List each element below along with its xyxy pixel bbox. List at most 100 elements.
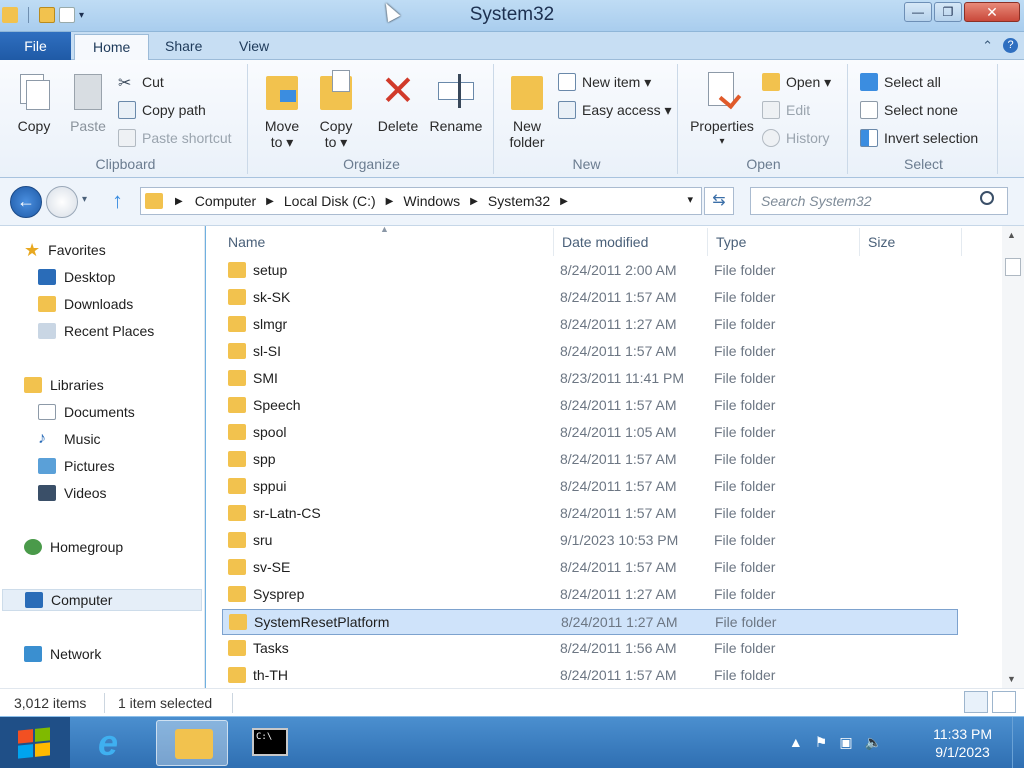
column-header-type[interactable]: Type: [708, 228, 860, 256]
invert-selection-icon: [860, 129, 878, 147]
windows-logo-icon: [18, 727, 50, 759]
folder-icon: [228, 478, 246, 494]
window-title: System32: [469, 4, 555, 25]
file-row[interactable]: slmgr 8/24/2011 1:27 AM File folder: [222, 312, 958, 338]
help-icon[interactable]: ?: [1003, 38, 1018, 53]
crumb-computer[interactable]: Computer ▶: [195, 193, 274, 209]
file-row[interactable]: sr-Latn-CS 8/24/2011 1:57 AM File folder: [222, 501, 958, 527]
copy-to-button[interactable]: Copy to ▾: [314, 68, 358, 150]
search-icon[interactable]: [980, 191, 994, 205]
show-hidden-icons-icon[interactable]: ▲: [789, 734, 803, 751]
cut-button[interactable]: ✂ Cut: [118, 70, 164, 94]
nav-pictures[interactable]: Pictures: [38, 455, 115, 477]
paste-shortcut-button[interactable]: Paste shortcut: [118, 126, 232, 150]
select-all-button[interactable]: Select all: [860, 70, 941, 94]
properties-icon: [702, 68, 742, 114]
nav-documents[interactable]: Documents: [38, 401, 135, 423]
large-icons-view-icon[interactable]: [992, 691, 1016, 713]
crumb-windows[interactable]: Windows ▶: [403, 193, 478, 209]
file-date: 8/24/2011 1:57 AM: [560, 343, 677, 359]
show-desktop-button[interactable]: [1012, 717, 1024, 768]
tab-share[interactable]: Share: [147, 34, 220, 60]
new-folder-icon: [507, 68, 547, 114]
properties-dropdown-icon[interactable]: ▾: [686, 134, 758, 150]
file-row[interactable]: sl-SI 8/24/2011 1:57 AM File folder: [222, 339, 958, 365]
properties-button[interactable]: Properties ▾: [686, 68, 758, 150]
file-row[interactable]: SMI 8/23/2011 11:41 PM File folder: [222, 366, 958, 392]
minimize-ribbon-icon[interactable]: ⌃: [982, 38, 993, 54]
move-to-label-2: to ▾: [270, 134, 294, 150]
file-row[interactable]: setup 8/24/2011 2:00 AM File folder: [222, 258, 958, 284]
paste-button[interactable]: Paste: [66, 68, 110, 134]
volume-icon[interactable]: 🔈: [865, 734, 882, 751]
file-date: 8/24/2011 1:57 AM: [560, 667, 677, 683]
crumb-local-disk[interactable]: Local Disk (C:) ▶: [284, 193, 394, 209]
scroll-down-icon[interactable]: ▼: [1007, 674, 1016, 684]
open-button[interactable]: Open ▾: [762, 70, 831, 94]
up-arrow-icon[interactable]: ↑: [112, 188, 123, 214]
file-row[interactable]: Sysprep 8/24/2011 1:27 AM File folder: [222, 582, 958, 608]
maximize-button[interactable]: ❐: [934, 2, 962, 22]
file-row[interactable]: sv-SE 8/24/2011 1:57 AM File folder: [222, 555, 958, 581]
action-center-flag-icon[interactable]: ⚑: [815, 734, 828, 751]
address-dropdown-icon[interactable]: ▾: [687, 193, 693, 206]
easy-access-button[interactable]: Easy access ▾: [558, 98, 672, 122]
file-row[interactable]: sru 9/1/2023 10:53 PM File folder: [222, 528, 958, 554]
details-view-icon[interactable]: [964, 691, 988, 713]
nav-computer[interactable]: Computer: [2, 589, 202, 611]
copy-path-button[interactable]: Copy path: [118, 98, 206, 122]
select-group-label: Select: [904, 156, 943, 172]
nav-homegroup[interactable]: Homegroup: [24, 536, 123, 558]
column-header-size[interactable]: Size: [860, 228, 962, 256]
new-folder-button[interactable]: New folder: [502, 68, 552, 150]
rename-button[interactable]: Rename: [428, 68, 484, 134]
column-header-date[interactable]: Date modified: [554, 228, 708, 256]
search-input[interactable]: Search System32: [750, 187, 1008, 215]
nav-desktop[interactable]: Desktop: [38, 266, 115, 288]
scrollbar-thumb[interactable]: [1005, 258, 1021, 276]
clock[interactable]: 11:33 PM 9/1/2023: [933, 725, 992, 761]
tab-file[interactable]: File: [0, 32, 71, 60]
taskbar-internet-explorer[interactable]: e: [80, 720, 152, 766]
tab-view[interactable]: View: [221, 34, 287, 60]
file-row[interactable]: spool 8/24/2011 1:05 AM File folder: [222, 420, 958, 446]
nav-downloads[interactable]: Downloads: [38, 293, 133, 315]
file-row[interactable]: sk-SK 8/24/2011 1:57 AM File folder: [222, 285, 958, 311]
file-row[interactable]: SystemResetPlatform 8/24/2011 1:27 AM File…: [222, 609, 958, 635]
file-row[interactable]: spp 8/24/2011 1:57 AM File folder: [222, 447, 958, 473]
back-button[interactable]: ←: [10, 186, 42, 218]
crumb-system32[interactable]: System32 ▶: [488, 193, 568, 209]
file-row[interactable]: sppui 8/24/2011 1:57 AM File folder: [222, 474, 958, 500]
nav-recent-places[interactable]: Recent Places: [38, 320, 154, 342]
address-bar[interactable]: ▶ Computer ▶ Local Disk (C:) ▶ Windows ▶ Sy…: [140, 187, 702, 215]
taskbar-file-explorer[interactable]: [156, 720, 228, 766]
nav-network[interactable]: Network: [24, 643, 101, 665]
select-none-button[interactable]: Select none: [860, 98, 958, 122]
recent-locations-dropdown-icon[interactable]: ▾: [82, 194, 87, 205]
new-item-button[interactable]: New item ▾: [558, 70, 651, 94]
file-row[interactable]: Speech 8/24/2011 1:57 AM File folder: [222, 393, 958, 419]
nav-libraries[interactable]: Libraries: [24, 374, 104, 396]
start-button[interactable]: [0, 717, 70, 768]
edit-button[interactable]: Edit: [762, 98, 810, 122]
move-to-button[interactable]: Move to ▾: [260, 68, 304, 150]
tab-home[interactable]: Home: [74, 34, 150, 60]
forward-button[interactable]: [46, 186, 78, 218]
history-button[interactable]: History: [762, 126, 830, 150]
copy-button[interactable]: Copy: [12, 68, 56, 134]
close-button[interactable]: ✕: [964, 2, 1020, 22]
scroll-up-icon[interactable]: ▲: [1007, 230, 1016, 240]
nav-videos[interactable]: Videos: [38, 482, 107, 504]
file-row[interactable]: Tasks 8/24/2011 1:56 AM File folder: [222, 636, 958, 662]
file-row[interactable]: th-TH 8/24/2011 1:57 AM File folder: [222, 663, 958, 689]
nav-music[interactable]: ♪ Music: [38, 428, 101, 450]
refresh-button[interactable]: ⇆: [704, 187, 734, 215]
delete-button[interactable]: ✕ Delete: [374, 68, 422, 135]
nav-favorites[interactable]: ★ Favorites: [24, 239, 106, 261]
network-tray-icon[interactable]: ▣: [839, 734, 852, 751]
vertical-scrollbar[interactable]: ▲ ▼: [1002, 226, 1024, 688]
desktop-icon: [38, 269, 56, 285]
invert-selection-button[interactable]: Invert selection: [860, 126, 978, 150]
taskbar-command-prompt[interactable]: C:\: [234, 720, 306, 766]
minimize-button[interactable]: —: [904, 2, 932, 22]
